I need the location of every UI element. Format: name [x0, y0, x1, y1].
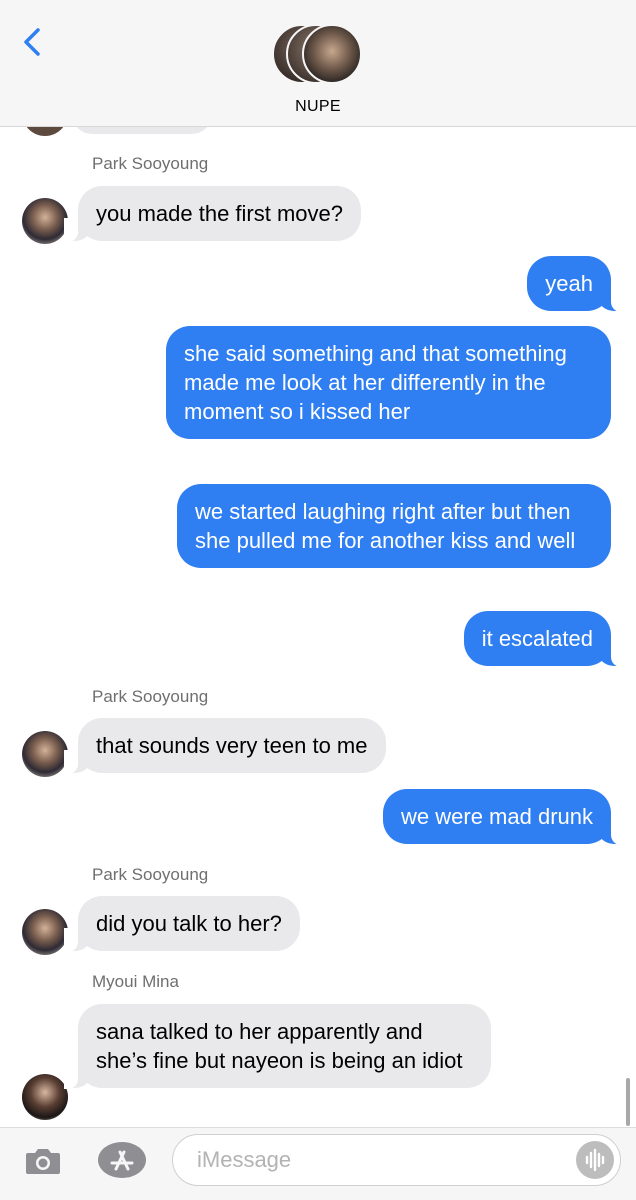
sender-avatar[interactable]	[22, 731, 68, 777]
chevron-left-icon[interactable]	[18, 22, 48, 62]
sender-name: Park Sooyoung	[92, 865, 209, 884]
sender-avatar[interactable]	[22, 198, 68, 244]
group-avatar-stack[interactable]	[272, 24, 368, 86]
compose-bar	[0, 1127, 636, 1200]
message-bubble-outgoing[interactable]: she said something and that something ma…	[166, 326, 611, 439]
audio-waveform-icon[interactable]	[576, 1141, 614, 1179]
sender-name: Myoui Mina	[92, 972, 179, 991]
sender-avatar[interactable]	[22, 909, 68, 955]
message-bubble-incoming[interactable]: did you talk to her?	[64, 896, 300, 952]
conversation-title[interactable]: NUPE	[0, 98, 636, 116]
sender-name: Park Sooyoung	[92, 154, 209, 173]
message-bubble-outgoing[interactable]: it escalated	[463, 611, 626, 667]
message-thread[interactable]: Park Sooyoung you made the first move? y…	[0, 0, 636, 1200]
avatar	[302, 24, 362, 84]
message-bubble-outgoing[interactable]: yeah	[527, 256, 625, 312]
scroll-indicator[interactable]	[626, 1078, 630, 1126]
message-bubble-incoming[interactable]: that sounds very teen to me	[64, 718, 386, 774]
conversation-header: NUPE	[0, 0, 636, 127]
message-bubble-outgoing[interactable]: we were mad drunk	[383, 789, 625, 845]
message-input-field[interactable]	[172, 1134, 621, 1186]
message-bubble-incoming[interactable]: you made the first move?	[63, 186, 362, 242]
message-input[interactable]	[197, 1145, 557, 1175]
message-bubble-outgoing[interactable]: we started laughing right after but then…	[177, 484, 611, 568]
sender-avatar[interactable]	[22, 1074, 68, 1120]
camera-icon[interactable]	[24, 1146, 62, 1176]
app-store-icon[interactable]	[97, 1141, 147, 1179]
message-bubble-incoming[interactable]: sana talked to her apparently and she’s …	[64, 1004, 491, 1089]
sender-name: Park Sooyoung	[92, 687, 209, 706]
